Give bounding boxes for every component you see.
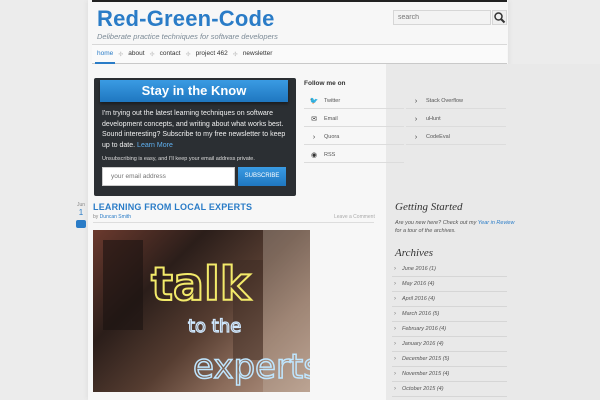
archives-title: Archives	[395, 247, 434, 259]
main-nav: home ✢ about ✢ contact ✢ project 462 ✢ n…	[92, 44, 507, 64]
post-date: Jun 1	[74, 202, 88, 217]
follow-email[interactable]: ✉ Email	[304, 112, 404, 127]
chevron-right-icon: ›	[394, 296, 396, 302]
follow-label: Email	[324, 116, 338, 122]
post-divider	[93, 222, 374, 223]
getting-started-text: Are you new here? Check out my Year in R…	[395, 219, 515, 235]
neon-text-experts: experts	[193, 347, 310, 387]
archive-item[interactable]: › February 2016 (4)	[392, 322, 507, 337]
follow-label: Stack Overflow	[426, 98, 463, 104]
post-by: by	[93, 214, 99, 220]
chevron-right-icon: ›	[394, 326, 396, 332]
archive-label: February 2016 (4)	[402, 326, 447, 332]
post-meta: by Duncan Smith	[93, 214, 131, 220]
nav-home[interactable]: home	[92, 45, 118, 64]
chevron-right-icon: ›	[394, 311, 396, 317]
nav-contact[interactable]: contact	[155, 45, 186, 63]
newsletter-body: I'm trying out the latest learning techn…	[102, 109, 290, 151]
follow-title: Follow me on	[304, 80, 346, 87]
chevron-right-icon: ›	[414, 97, 418, 105]
chevron-right-icon: ›	[394, 386, 396, 392]
site-title[interactable]: Red-Green-Code	[97, 6, 275, 32]
newsletter-body-text: I'm trying out the latest learning techn…	[102, 110, 286, 149]
gs-text-after: for a tour of the archives.	[395, 228, 456, 234]
newsletter-privacy: Unsubscribing is easy, and I'll keep you…	[102, 156, 255, 162]
archive-label: November 2015 (4)	[402, 371, 450, 377]
chevron-right-icon: ›	[394, 281, 396, 287]
learn-more-link[interactable]: Learn More	[137, 142, 173, 149]
post-day: 1	[78, 208, 84, 217]
subscribe-button[interactable]: SUBSCRIBE	[238, 167, 286, 186]
follow-uhunt[interactable]: › uHunt	[406, 112, 506, 127]
follow-label: CodeEval	[426, 134, 450, 140]
chevron-right-icon: ›	[312, 133, 316, 141]
leave-comment-link[interactable]: Leave a Comment	[334, 214, 375, 220]
nav-about[interactable]: about	[123, 45, 149, 63]
archive-item[interactable]: › March 2016 (5)	[392, 307, 507, 322]
search-box	[393, 10, 509, 26]
post-title[interactable]: LEARNING FROM LOCAL EXPERTS	[93, 202, 252, 212]
nav-newsletter[interactable]: newsletter	[238, 45, 278, 63]
email-icon: ✉	[311, 116, 317, 123]
archive-item[interactable]: › December 2015 (5)	[392, 352, 507, 367]
year-in-review-link[interactable]: Year in Review	[478, 220, 515, 226]
archive-item[interactable]: › November 2015 (4)	[392, 367, 507, 382]
search-input[interactable]	[393, 10, 491, 25]
nav-project-462[interactable]: project 462	[191, 45, 233, 63]
archive-label: May 2016 (4)	[402, 281, 435, 287]
chevron-right-icon: ›	[414, 133, 418, 141]
email-field[interactable]	[102, 167, 235, 186]
archive-label: June 2016 (1)	[402, 266, 436, 272]
follow-twitter[interactable]: 🐦 Twitter	[304, 94, 404, 109]
twitter-icon: 🐦	[309, 98, 319, 105]
post-image: talk to the experts	[93, 230, 310, 392]
archive-label: October 2015 (4)	[402, 386, 444, 392]
search-icon	[494, 12, 506, 24]
top-rule	[92, 0, 507, 2]
follow-rss[interactable]: ◉ RSS	[304, 148, 404, 163]
chevron-right-icon: ›	[394, 371, 396, 377]
archive-item[interactable]: › May 2016 (4)	[392, 277, 507, 292]
chevron-right-icon: ›	[394, 266, 396, 272]
neon-text-talk: talk	[151, 257, 252, 311]
newsletter-banner: Stay in the Know	[100, 80, 288, 102]
archive-label: January 2016 (4)	[402, 341, 444, 347]
archive-item[interactable]: › June 2016 (1)	[392, 262, 507, 277]
follow-codeeval[interactable]: › CodeEval	[406, 130, 506, 145]
follow-quora[interactable]: › Quora	[304, 130, 404, 145]
archive-label: December 2015 (5)	[402, 356, 450, 362]
archive-label: April 2016 (4)	[402, 296, 436, 302]
archive-item[interactable]: › October 2015 (4)	[392, 382, 507, 397]
follow-label: RSS	[324, 152, 336, 158]
follow-stack-overflow[interactable]: › Stack Overflow	[406, 94, 506, 109]
chevron-right-icon: ›	[394, 341, 396, 347]
follow-label: uHunt	[426, 116, 441, 122]
chevron-right-icon: ›	[394, 356, 396, 362]
getting-started-title: Getting Started	[395, 201, 463, 213]
neon-sign-image: talk to the experts	[103, 230, 310, 392]
archive-label: March 2016 (5)	[402, 311, 440, 317]
rss-icon: ◉	[310, 152, 318, 159]
neon-text-to-the: to the	[188, 316, 241, 337]
newsletter-box: Stay in the Know I'm trying out the late…	[94, 78, 296, 196]
post-author[interactable]: Duncan Smith	[100, 214, 131, 220]
comment-icon[interactable]	[76, 220, 86, 228]
gs-text-before: Are you new here? Check out my	[395, 220, 477, 226]
follow-label: Twitter	[324, 98, 341, 104]
archive-item[interactable]: › April 2016 (4)	[392, 292, 507, 307]
archive-item[interactable]: › January 2016 (4)	[392, 337, 507, 352]
search-button[interactable]	[492, 10, 507, 25]
chevron-right-icon: ›	[414, 115, 418, 123]
follow-label: Quora	[324, 134, 340, 140]
site-tagline: Deliberate practice techniques for softw…	[97, 32, 278, 41]
